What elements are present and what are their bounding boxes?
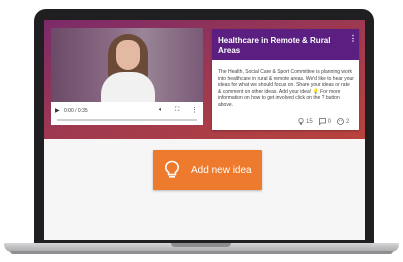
comments-stat: 0 (318, 118, 332, 125)
add-new-idea-button[interactable]: Add new idea (153, 150, 262, 190)
ideas-count: 15 (306, 118, 313, 125)
app-screen: ▶ 0:00 / 0:35 🔈︎ ⛶ ⋮ Healthcare in Remot… (44, 20, 365, 240)
card-title: Healthcare in Remote & Rural Areas (218, 36, 331, 55)
ideas-stat: 15 (298, 118, 313, 125)
comments-count: 0 (327, 118, 332, 125)
more-vertical-icon[interactable]: ⋮ (191, 106, 198, 114)
laptop-notch (171, 243, 231, 247)
comment-icon (318, 118, 326, 125)
video-time: 0:00 / 0:35 (64, 108, 88, 114)
video-progress-bar[interactable] (57, 119, 197, 121)
add-new-idea-label: Add new idea (191, 165, 252, 176)
card-menu-icon[interactable]: ⋮ (349, 34, 357, 43)
play-icon[interactable]: ▶ (55, 107, 60, 114)
card-description: The Health, Social Care & Sport Committe… (218, 69, 354, 108)
video-controls: ▶ 0:00 / 0:35 🔈︎ ⛶ ⋮ (51, 102, 203, 125)
presenter-face (116, 40, 140, 70)
lightbulb-icon (298, 118, 304, 125)
video-frame[interactable] (51, 28, 203, 106)
participants-count: 2 (346, 118, 350, 125)
card-header: Healthcare in Remote & Rural Areas ⋮ (212, 29, 359, 60)
participants-icon (337, 118, 344, 125)
lightbulb-icon (164, 160, 180, 178)
volume-icon[interactable]: 🔈︎ (159, 107, 163, 114)
presenter-body (101, 72, 155, 106)
topic-card: Healthcare in Remote & Rural Areas ⋮ The… (212, 29, 359, 130)
laptop-foot (10, 251, 393, 254)
participants-stat: 2 (337, 118, 349, 125)
fullscreen-icon[interactable]: ⛶ (175, 107, 179, 114)
card-stats: 15 0 2 (298, 118, 349, 125)
video-player[interactable]: ▶ 0:00 / 0:35 🔈︎ ⛶ ⋮ (51, 28, 203, 125)
